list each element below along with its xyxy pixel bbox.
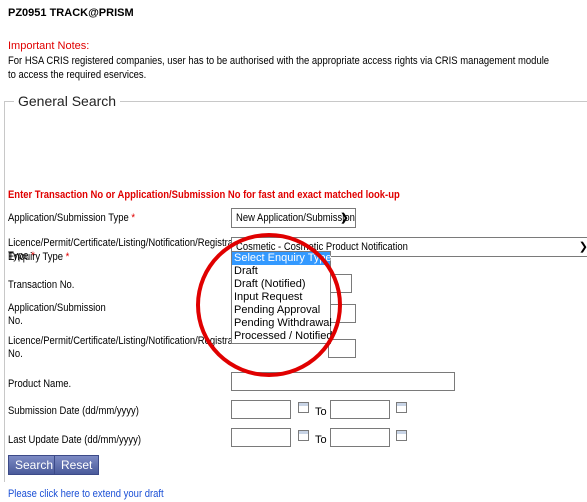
last-update-date-from-input[interactable]: [231, 428, 291, 447]
calendar-icon[interactable]: [396, 402, 407, 413]
enquiry-option[interactable]: Pending Approval: [232, 304, 330, 317]
enquiry-option[interactable]: Input Request: [232, 291, 330, 304]
last-update-date-to-label: To: [315, 434, 327, 446]
last-update-date-label: Last Update Date (dd/mm/yyyy): [8, 434, 142, 446]
submission-date-from-input[interactable]: [231, 400, 291, 419]
enquiry-option[interactable]: Processed / Notified: [232, 330, 332, 343]
important-notes-text: For HSA CRIS registered companies, user …: [8, 54, 587, 82]
enquiry-option[interactable]: Draft (Notified): [232, 278, 330, 291]
submission-date-to-label: To: [315, 406, 327, 418]
calendar-icon[interactable]: [396, 430, 407, 441]
product-name-label: Product Name.: [8, 378, 72, 390]
enquiry-option[interactable]: Draft: [232, 265, 330, 278]
enquiry-option[interactable]: Select Enquiry Type: [232, 252, 332, 265]
product-name-input[interactable]: [231, 372, 455, 391]
last-update-date-to-input[interactable]: [330, 428, 390, 447]
extend-draft-link[interactable]: Please click here to extend your draft: [8, 488, 189, 500]
application-type-label: Application/Submission Type *: [8, 212, 136, 224]
application-no-label: Application/Submission No.: [8, 302, 106, 327]
calendar-icon[interactable]: [298, 402, 309, 413]
enquiry-type-label: Enquiry Type *: [8, 251, 70, 263]
application-no-input[interactable]: [328, 304, 356, 323]
chevron-down-icon: ❯: [579, 240, 587, 253]
calendar-icon[interactable]: [298, 430, 309, 441]
page-title: PZ0951 TRACK@PRISM: [8, 7, 134, 19]
general-search-legend: General Search: [14, 93, 121, 109]
lookup-instruction: Enter Transaction No or Application/Subm…: [8, 189, 400, 201]
notes-line-2: to access the required eservices.: [8, 69, 147, 81]
enquiry-type-options[interactable]: Select Enquiry Type Draft Draft (Notifie…: [231, 251, 332, 344]
important-notes-heading: Important Notes:: [8, 40, 90, 52]
chevron-down-icon: ❯: [339, 212, 349, 224]
search-button[interactable]: Search: [8, 455, 61, 475]
enquiry-option[interactable]: Pending Withdrawal: [232, 317, 332, 330]
reset-button[interactable]: Reset: [54, 455, 100, 475]
transaction-no-input[interactable]: [328, 274, 352, 293]
submission-date-label: Submission Date (dd/mm/yyyy): [8, 405, 139, 417]
transaction-no-label: Transaction No.: [8, 279, 75, 291]
application-type-select[interactable]: New Application/Submission ❯: [231, 208, 356, 228]
submission-date-to-input[interactable]: [330, 400, 390, 419]
licence-no-input[interactable]: [328, 339, 356, 358]
notes-line-1: For HSA CRIS registered companies, user …: [8, 55, 550, 67]
